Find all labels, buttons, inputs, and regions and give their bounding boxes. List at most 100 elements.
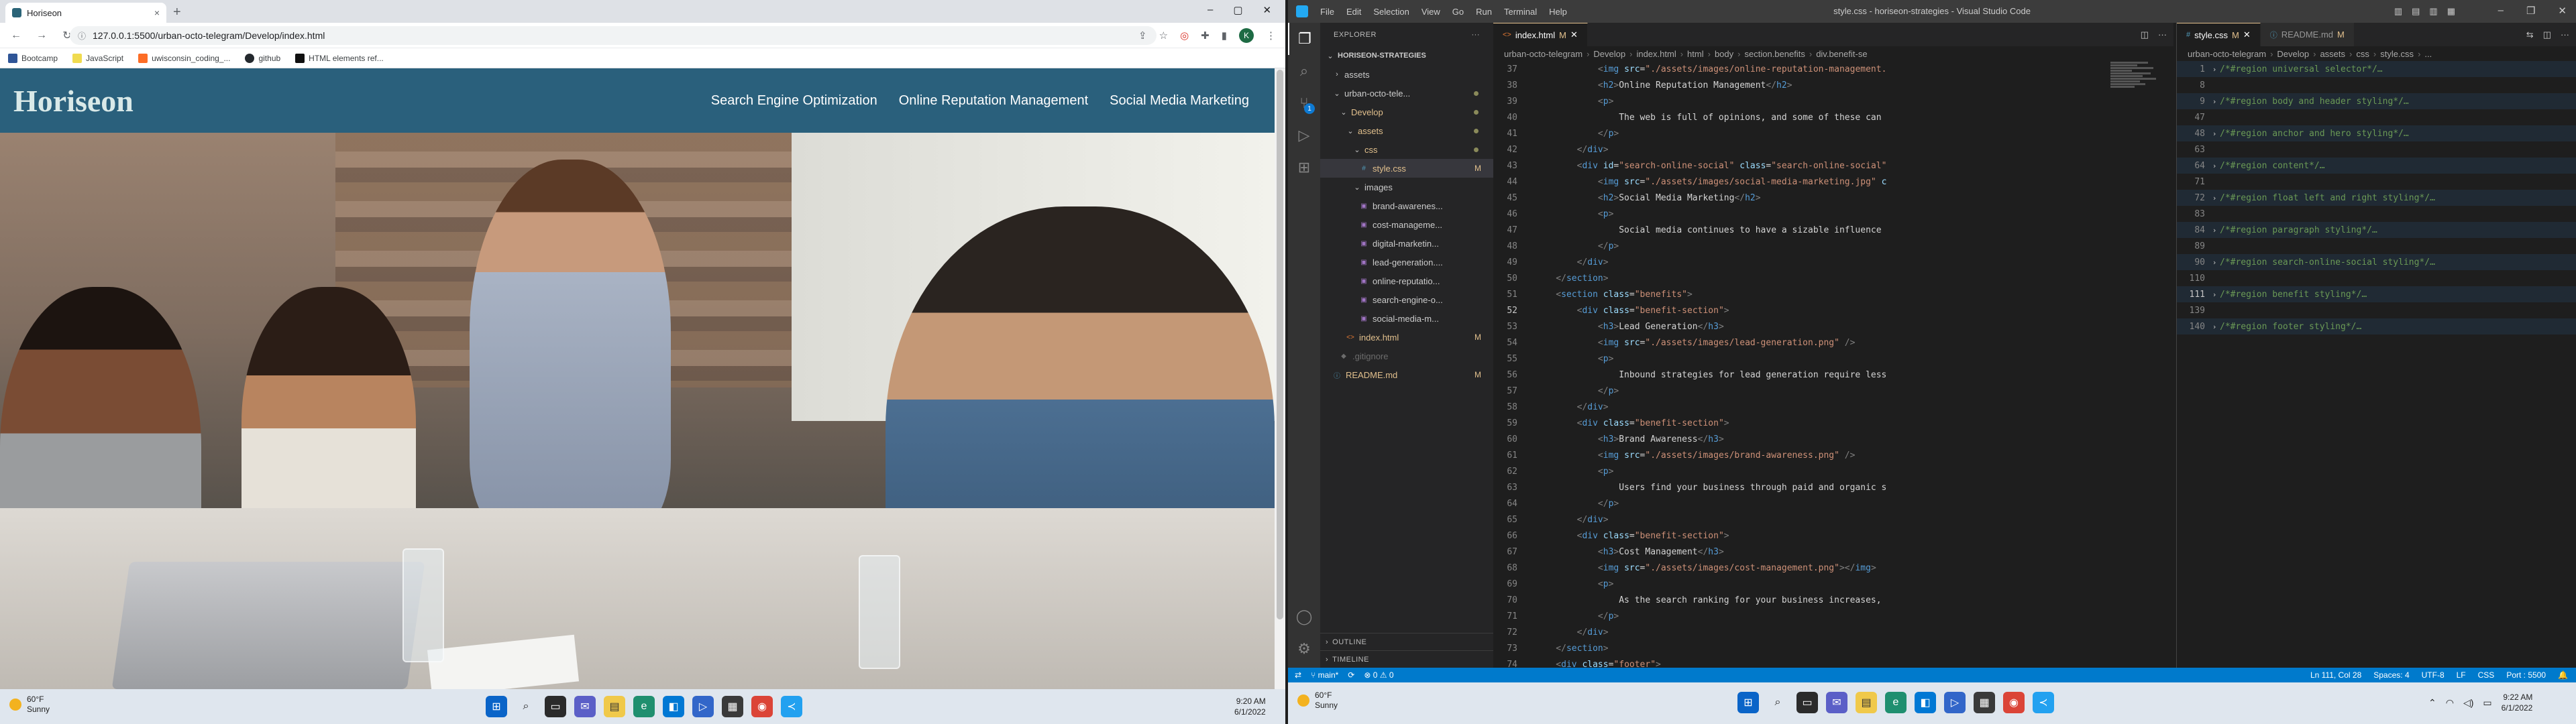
split-editor-icon[interactable]: ◫ bbox=[2543, 29, 2551, 40]
problems-count[interactable]: ⊗ 0 ⚠ 0 bbox=[1364, 670, 1393, 680]
vscode-icon[interactable]: ≺ bbox=[781, 696, 802, 717]
calculator-icon[interactable]: ▦ bbox=[1974, 692, 1995, 713]
breadcrumb-item[interactable]: Develop bbox=[1593, 49, 1625, 59]
git-branch[interactable]: ⑂ main* bbox=[1311, 670, 1338, 680]
tree-item[interactable]: ◆ .gitignore bbox=[1320, 347, 1493, 365]
fold-chevron-icon[interactable]: › bbox=[2209, 162, 2220, 170]
bookmark-item[interactable]: uwisconsin_coding_... bbox=[138, 53, 230, 63]
code-editor[interactable]: 1 ›/*#region universal selector*/… 8 9 ›/*#r… bbox=[2177, 61, 2576, 335]
nav-link-social[interactable]: Social Media Marketing bbox=[1110, 93, 1249, 109]
extensions-icon[interactable]: ⊞ bbox=[1288, 152, 1320, 184]
breadcrumb-item[interactable]: style.css bbox=[2380, 49, 2414, 59]
tree-item[interactable]: ⌄ HORISEON-STRATEGIES bbox=[1320, 46, 1493, 65]
close-window-icon[interactable]: ✕ bbox=[2558, 5, 2567, 17]
code-editor[interactable]: 37 <img src="./assets/images/online-repu… bbox=[1493, 61, 2174, 668]
source-control-icon[interactable]: ⑂ 1 bbox=[1288, 87, 1320, 119]
breadcrumb-item[interactable]: urban-octo-telegram bbox=[2188, 49, 2266, 59]
extensions-puzzle-icon[interactable]: ✚ bbox=[1201, 29, 1210, 42]
sync-icon[interactable]: ⟳ bbox=[1348, 670, 1354, 680]
breadcrumb-item[interactable]: section.benefits bbox=[1745, 49, 1805, 59]
zoom-icon[interactable]: ▷ bbox=[1944, 692, 1966, 713]
tab-style-css[interactable]: # style.css M ✕ bbox=[2177, 23, 2261, 46]
nav-link-reputation[interactable]: Online Reputation Management bbox=[899, 93, 1088, 109]
search-icon[interactable]: ⌕ bbox=[515, 696, 537, 717]
breadcrumb-item[interactable]: ... bbox=[2424, 49, 2432, 59]
tree-item[interactable]: ⌄ assets bbox=[1320, 121, 1493, 140]
fold-chevron-icon[interactable]: › bbox=[2209, 290, 2220, 299]
task-view-icon[interactable]: ▭ bbox=[1796, 692, 1818, 713]
breadcrumb-item[interactable]: css bbox=[2356, 49, 2369, 59]
minimize-icon[interactable]: – bbox=[1208, 4, 1213, 16]
toggle-sidebar-icon[interactable]: ▥ bbox=[2394, 6, 2402, 17]
menu-go[interactable]: Go bbox=[1452, 7, 1464, 17]
tree-item[interactable]: ▣ digital-marketin... bbox=[1320, 234, 1493, 253]
tree-item[interactable]: ⌄ urban-octo-tele... bbox=[1320, 84, 1493, 103]
bookmark-item[interactable]: Bootcamp bbox=[8, 53, 58, 63]
explorer-icon[interactable]: ❐ bbox=[1288, 23, 1320, 55]
extension-icon[interactable]: ◎ bbox=[1180, 29, 1189, 42]
nav-link-seo[interactable]: Search Engine Optimization bbox=[711, 93, 877, 109]
tree-item[interactable]: ⌄ css bbox=[1320, 140, 1493, 159]
fold-chevron-icon[interactable]: › bbox=[2209, 129, 2220, 138]
breadcrumb-item[interactable]: urban-octo-telegram bbox=[1504, 49, 1582, 59]
menu-terminal[interactable]: Terminal bbox=[1504, 7, 1537, 17]
remote-icon[interactable]: ⇄ bbox=[1295, 670, 1301, 680]
fold-chevron-icon[interactable]: › bbox=[2209, 97, 2220, 106]
encoding[interactable]: UTF-8 bbox=[2422, 670, 2445, 680]
search-icon[interactable]: ⌕ bbox=[1288, 55, 1320, 87]
weather-widget[interactable]: 60°F Sunny bbox=[1297, 690, 1338, 711]
site-info-icon[interactable]: ⓘ bbox=[78, 30, 86, 42]
store-icon[interactable]: ◧ bbox=[1915, 692, 1936, 713]
calculator-icon[interactable]: ▦ bbox=[722, 696, 743, 717]
fold-chevron-icon[interactable]: › bbox=[2209, 226, 2220, 235]
live-server-port[interactable]: Port : 5500 bbox=[2506, 670, 2546, 680]
split-editor-icon[interactable]: ◫ bbox=[2141, 29, 2149, 40]
new-tab-button[interactable]: + bbox=[173, 5, 181, 20]
weather-widget[interactable]: 60°F Sunny bbox=[9, 695, 50, 715]
indentation[interactable]: Spaces: 4 bbox=[2373, 670, 2409, 680]
menu-view[interactable]: View bbox=[1421, 7, 1440, 17]
start-icon[interactable]: ⊞ bbox=[1737, 692, 1759, 713]
fold-chevron-icon[interactable]: › bbox=[2209, 194, 2220, 202]
back-icon[interactable]: ← bbox=[7, 29, 25, 42]
tree-item[interactable]: # style.css M bbox=[1320, 159, 1493, 178]
breadcrumb-item[interactable]: html bbox=[1687, 49, 1704, 59]
notifications-icon[interactable]: 🔔 bbox=[2558, 670, 2568, 680]
close-tab-icon[interactable]: ✕ bbox=[1570, 29, 1578, 40]
clock[interactable]: 9:20 AM 6/1/2022 bbox=[1234, 696, 1266, 717]
end-of-line[interactable]: LF bbox=[2457, 670, 2466, 680]
menu-help[interactable]: Help bbox=[1549, 7, 1567, 17]
tree-item[interactable]: ▣ social-media-m... bbox=[1320, 309, 1493, 328]
edge-icon[interactable]: e bbox=[633, 696, 655, 717]
more-actions-icon[interactable]: ··· bbox=[1472, 31, 1481, 39]
menu-selection[interactable]: Selection bbox=[1373, 7, 1409, 17]
language-mode[interactable]: CSS bbox=[2478, 670, 2495, 680]
more-actions-icon[interactable]: ··· bbox=[2158, 29, 2167, 40]
menu-edit[interactable]: Edit bbox=[1346, 7, 1361, 17]
start-icon[interactable]: ⊞ bbox=[486, 696, 507, 717]
tree-item[interactable]: ⌄ Develop bbox=[1320, 103, 1493, 121]
browser-tab[interactable]: Horiseon × bbox=[5, 3, 166, 23]
bookmark-item[interactable]: github bbox=[245, 53, 280, 63]
run-debug-icon[interactable]: ▷ bbox=[1288, 119, 1320, 152]
file-explorer-icon[interactable]: ▤ bbox=[1856, 692, 1877, 713]
scrollbar-thumb[interactable] bbox=[1277, 70, 1283, 619]
toggle-panel-icon[interactable]: ▤ bbox=[2412, 6, 2420, 17]
page-scrollbar[interactable] bbox=[1275, 68, 1285, 689]
compare-icon[interactable]: ⇆ bbox=[2526, 29, 2534, 40]
close-tab-icon[interactable]: ✕ bbox=[2243, 29, 2251, 40]
close-window-icon[interactable]: ✕ bbox=[1263, 4, 1272, 16]
profile-avatar[interactable]: K bbox=[1239, 28, 1254, 43]
site-logo[interactable]: Horiseon bbox=[13, 83, 133, 119]
task-view-icon[interactable]: ▭ bbox=[545, 696, 566, 717]
minimap[interactable] bbox=[2110, 61, 2164, 195]
restore-icon[interactable]: ❐ bbox=[2526, 5, 2535, 17]
bookmark-star-icon[interactable]: ☆ bbox=[1159, 29, 1168, 42]
share-icon[interactable]: ⇪ bbox=[1138, 29, 1147, 42]
close-tab-icon[interactable]: × bbox=[154, 7, 160, 18]
breadcrumb-item[interactable]: body bbox=[1715, 49, 1733, 59]
chrome-icon[interactable]: ◉ bbox=[751, 696, 773, 717]
battery-icon[interactable]: ▭ bbox=[2483, 697, 2491, 709]
breadcrumb-item[interactable]: assets bbox=[2320, 49, 2345, 59]
tree-item[interactable]: ⓘ README.md M bbox=[1320, 365, 1493, 384]
